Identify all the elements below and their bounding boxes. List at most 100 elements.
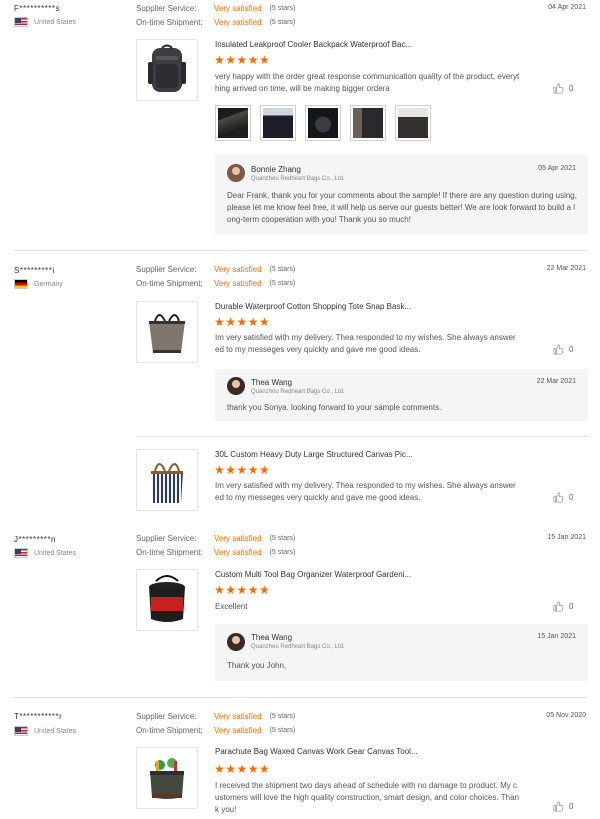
supplier-service-rating: Supplier Service: Very satisfied (5 star… — [136, 4, 295, 13]
review-text: very happy with the order great response… — [215, 72, 520, 93]
avatar — [227, 164, 245, 182]
thumbs-up-icon — [553, 601, 564, 612]
rating-value: Very satisfied — [214, 726, 262, 735]
backpack-image — [148, 44, 186, 92]
product-title[interactable]: Durable Waterproof Cotton Shopping Tote … — [215, 302, 411, 311]
helpful-button[interactable]: 0 — [553, 801, 573, 812]
on-time-shipment-rating: On-time Shipment: Very satisfied (5 star… — [136, 18, 295, 27]
helpful-button[interactable]: 0 — [553, 601, 573, 612]
reply-date: 15 Jan 2021 — [537, 633, 576, 640]
review-divider — [14, 250, 588, 251]
reply-date: 22 Mar 2021 — [536, 378, 576, 385]
rating-value: Very satisfied — [214, 712, 262, 721]
product-star-rating: ★★★★★ — [214, 583, 271, 597]
rating-label: Supplier Service: — [136, 265, 197, 274]
helpful-button[interactable]: 0 — [553, 492, 573, 503]
review-3: J*********n United States Supplier Servi… — [0, 532, 600, 697]
us-flag-icon — [14, 548, 28, 558]
us-flag-icon — [14, 17, 28, 27]
product-star-rating: ★★★★★ — [214, 53, 271, 67]
country-name: Germany — [34, 280, 63, 288]
reply-text: Dear Frank, thank you for your comments … — [227, 191, 577, 224]
review-date: 15 Jan 2021 — [547, 534, 586, 541]
product-title[interactable]: Custom Multi Tool Bag Organizer Waterpro… — [215, 570, 411, 579]
rating-label: On-time Shipment: — [136, 279, 203, 288]
rating-stars-text: (5 stars) — [269, 266, 296, 273]
rating-label: Supplier Service: — [136, 534, 197, 543]
product-title[interactable]: 30L Custom Heavy Duty Large Structured C… — [215, 450, 413, 459]
on-time-shipment-rating: On-time Shipment: Very satisfied (5 star… — [136, 548, 295, 557]
rating-label: On-time Shipment: — [136, 726, 203, 735]
supplier-service-rating: Supplier Service: Very satisfied (5 star… — [136, 534, 295, 543]
supplier-service-rating: Supplier Service: Very satisfied (5 star… — [136, 712, 295, 721]
rating-stars-text: (5 stars) — [269, 727, 296, 734]
country-name: United States — [34, 18, 77, 26]
product-thumbnail[interactable] — [136, 747, 198, 809]
review-1: F**********s United States Supplier Serv… — [0, 0, 600, 250]
rating-value: Very satisfied — [214, 548, 262, 557]
tool-bag-image — [149, 575, 185, 622]
supplier-reply: Thea Wang Quanzhou Redheart Bags Co., Lt… — [215, 369, 588, 421]
review-photo[interactable] — [260, 105, 296, 141]
helpful-count: 0 — [569, 84, 574, 93]
supplier-reply: Thea Wang Quanzhou Redheart Bags Co., Lt… — [215, 624, 588, 681]
product-thumbnail[interactable] — [136, 39, 198, 101]
reviewer-country: United States — [14, 548, 76, 558]
product-star-rating: ★★★★★ — [214, 762, 271, 776]
product-thumbnail[interactable] — [136, 569, 198, 631]
review-date: 04 Apr 2021 — [548, 4, 586, 11]
on-time-shipment-rating: On-time Shipment: Very satisfied (5 star… — [136, 726, 295, 735]
review-text: Im very satisfied with my delivery. Thea… — [215, 333, 516, 354]
rating-stars-text: (5 stars) — [269, 535, 296, 542]
us-flag-icon — [14, 726, 28, 736]
product-star-rating: ★★★★★ — [214, 315, 271, 329]
helpful-count: 0 — [569, 602, 574, 611]
review-text: Excellent — [215, 602, 248, 611]
rating-value: Very satisfied — [214, 4, 262, 13]
germany-flag-icon — [14, 279, 28, 289]
supplier-reply: Bonnie Zhang Quanzhou Redheart Bags Co.,… — [215, 154, 588, 234]
reviewer-country: United States — [14, 726, 76, 736]
product-divider — [136, 436, 588, 437]
review-photo[interactable] — [305, 105, 341, 141]
reviewer-name: S*********i — [14, 266, 55, 275]
review-photo[interactable] — [215, 105, 251, 141]
reviewer-country: Germany — [14, 279, 63, 289]
rating-stars-text: (5 stars) — [269, 5, 296, 12]
rating-value: Very satisfied — [214, 534, 262, 543]
rating-label: Supplier Service: — [136, 4, 197, 13]
country-name: United States — [34, 549, 77, 557]
reply-author: Bonnie Zhang — [251, 165, 301, 174]
review-photo[interactable] — [395, 105, 431, 141]
rating-value: Very satisfied — [214, 279, 262, 288]
review-text: I received the shipment two days ahead o… — [215, 781, 520, 814]
rating-label: Supplier Service: — [136, 712, 197, 721]
rating-stars-text: (5 stars) — [269, 19, 296, 26]
canvas-tool-bag-image — [150, 758, 184, 799]
review-photo[interactable] — [350, 105, 386, 141]
helpful-button[interactable]: 0 — [553, 83, 573, 94]
reply-company: Quanzhou Redheart Bags Co., Ltd. — [251, 389, 345, 395]
reply-author: Thea Wang — [251, 378, 293, 387]
reviewer-name: F**********s — [14, 4, 61, 13]
thumbs-up-icon — [553, 83, 564, 94]
product-title[interactable]: Parachute Bag Waxed Canvas Work Gear Can… — [215, 747, 418, 756]
rating-label: On-time Shipment: — [136, 18, 203, 27]
tote-bag-image — [149, 314, 185, 353]
product-thumbnail[interactable] — [136, 301, 198, 363]
reply-date: 05 Apr 2021 — [538, 165, 576, 172]
review-text: Im very satisfied with my delivery. Thea… — [215, 481, 516, 502]
helpful-button[interactable]: 0 — [553, 344, 573, 355]
country-name: United States — [34, 727, 77, 735]
review-date: 22 Mar 2021 — [546, 265, 586, 272]
product-title[interactable]: Insulated Leakproof Cooler Backpack Wate… — [215, 40, 412, 49]
rating-value: Very satisfied — [214, 265, 262, 274]
reviewer-country: United States — [14, 17, 76, 27]
product-thumbnail[interactable] — [136, 449, 198, 511]
on-time-shipment-rating: On-time Shipment: Very satisfied (5 star… — [136, 279, 295, 288]
helpful-count: 0 — [569, 345, 574, 354]
reply-company: Quanzhou Redheart Bags Co., Ltd. — [251, 644, 345, 650]
reply-text: Thank you John, — [227, 661, 287, 670]
rating-value: Very satisfied — [214, 18, 262, 27]
review-4: T***********r United States Supplier Ser… — [0, 709, 600, 819]
